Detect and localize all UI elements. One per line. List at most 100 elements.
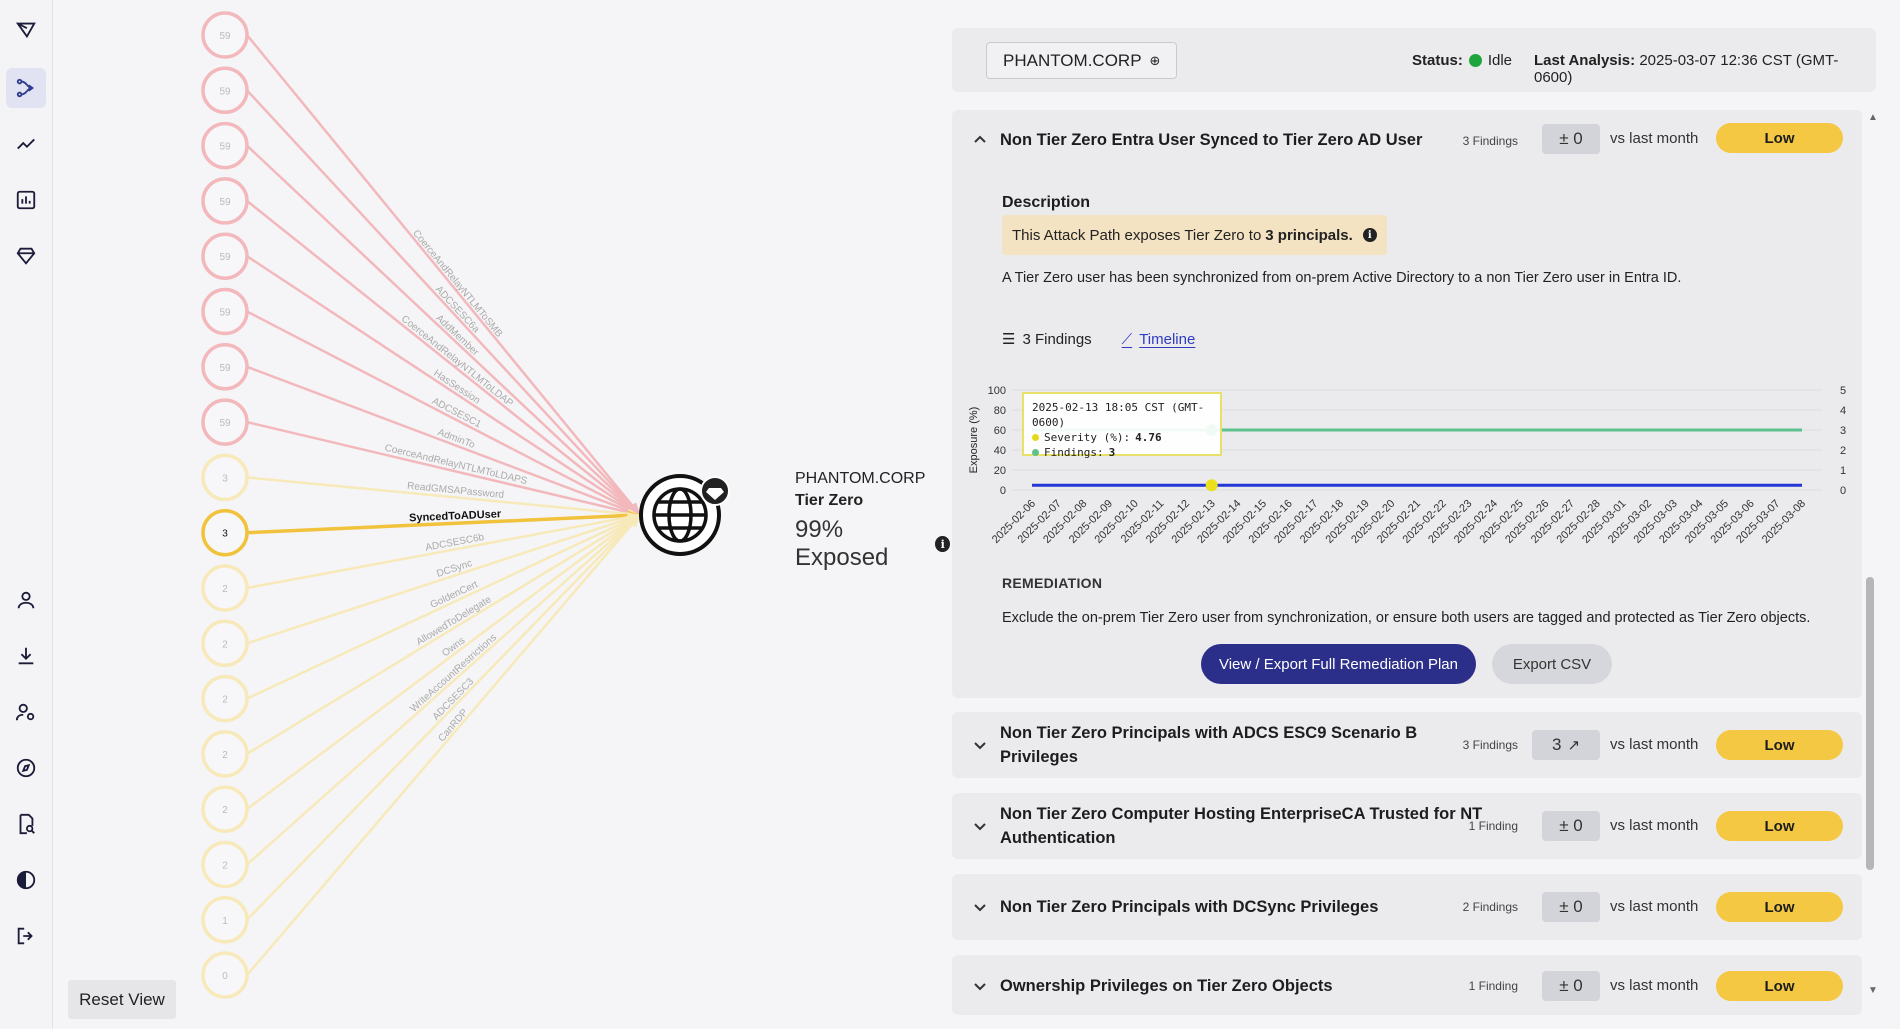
app-root: CoerceAndRelayNTLMToSMB ADCSESC6a AddMembe… (0, 0, 1900, 1029)
search-doc-icon[interactable] (6, 804, 46, 844)
source-node-count: 59 (219, 308, 231, 319)
delta-value: 3 (1551, 735, 1562, 754)
delta-badge: ± 0 (1542, 892, 1600, 922)
export-remediation-button[interactable]: View / Export Full Remediation Plan (1201, 644, 1476, 684)
finding-title-line2: Privileges (1000, 748, 1078, 766)
tooltip-severity-value: 4.76 (1135, 431, 1162, 444)
theme-toggle-icon[interactable] (6, 860, 46, 900)
globe-icon: ⊕ (1149, 52, 1161, 68)
reset-view-button[interactable]: Reset View (68, 980, 176, 1019)
target-label: PHANTOM.CORP Tier Zero 99% Exposed i (795, 470, 950, 572)
list-icon: ☰ (1002, 331, 1016, 348)
tab-timeline[interactable]: ⟋ Timeline (1122, 330, 1196, 348)
delta-badge: ± 0 (1542, 811, 1600, 841)
tooltip-findings-value: 3 (1108, 446, 1116, 459)
findings-count: 1 Finding (1468, 819, 1518, 833)
finding-title[interactable]: Non Tier Zero Computer Hosting Enterpris… (1000, 802, 1482, 850)
severity-badge: Low (1716, 123, 1843, 153)
note-count: 3 principals. (1265, 226, 1353, 244)
tooltip-findings-label: Findings: (1044, 446, 1104, 459)
scroll-down-arrow[interactable]: ▼ (1868, 985, 1878, 996)
download-icon[interactable] (6, 636, 46, 676)
tab-findings-label: 3 Findings (1022, 330, 1092, 348)
severity-dot-icon (1032, 434, 1039, 441)
scroll-up-arrow[interactable]: ▲ (1868, 112, 1878, 123)
chevron-down-icon[interactable] (972, 899, 988, 915)
status-dot-icon (1468, 54, 1482, 67)
scrollbar-thumb[interactable] (1866, 577, 1874, 870)
tier-zero-icon[interactable] (6, 236, 46, 276)
y-tick-label: 80 (994, 405, 1006, 417)
attack-paths-icon[interactable] (6, 68, 46, 108)
chart-tooltip: 2025-02-13 18:05 CST (GMT-0600) Severity… (1022, 392, 1222, 459)
source-node-count: 59 (219, 252, 231, 263)
severity-badge: Low (1716, 811, 1843, 841)
chevron-down-icon[interactable] (972, 978, 988, 994)
findings-count: 3 Findings (1462, 738, 1518, 752)
analysis-status: Status: Idle (1412, 52, 1512, 69)
finding-title-line1: Non Tier Zero Principals with ADCS ESC9 … (1000, 724, 1418, 742)
delta-badge: 3 ↗ (1532, 730, 1600, 760)
y2-tick-label: 1 (1840, 465, 1846, 477)
findings-panel: PHANTOM.CORP ⊕ Status: Idle Last Analysi… (950, 0, 1900, 1029)
admin-users-icon[interactable] (6, 692, 46, 732)
finding-card[interactable]: Non Tier Zero Principals with DCSync Pri… (952, 874, 1862, 940)
chevron-up-icon[interactable] (972, 132, 988, 148)
reports-icon[interactable] (6, 180, 46, 220)
explore-icon[interactable] (6, 748, 46, 788)
tab-timeline-label: Timeline (1139, 330, 1196, 348)
source-node-count: 2 (222, 861, 228, 872)
graph-edge[interactable] (246, 513, 641, 811)
finding-title[interactable]: Non Tier Zero Principals with ADCS ESC9 … (1000, 721, 1417, 769)
user-icon[interactable] (6, 580, 46, 620)
source-node-count: 59 (219, 142, 231, 153)
tooltip-severity-label: Severity (%): (1044, 431, 1131, 444)
source-node-count: 2 (222, 750, 228, 761)
source-node-count: 59 (219, 363, 231, 374)
severity-point[interactable] (1205, 479, 1218, 492)
description-heading: Description (1002, 194, 1091, 211)
y2-tick-label: 4 (1840, 405, 1846, 417)
findings-count: 3 Findings (1462, 134, 1518, 148)
finding-title[interactable]: Non Tier Zero Principals with DCSync Pri… (1000, 895, 1378, 919)
graph-edge[interactable] (246, 514, 641, 976)
info-icon[interactable]: i (935, 536, 950, 552)
finding-title-line2: Authentication (1000, 829, 1116, 847)
status-value: Idle (1487, 52, 1513, 69)
domain-name: PHANTOM.CORP (1003, 50, 1142, 70)
domain-bar: PHANTOM.CORP ⊕ Status: Idle Last Analysi… (952, 28, 1876, 92)
attack-path-graph[interactable]: CoerceAndRelayNTLMToSMB ADCSESC6a AddMembe… (53, 0, 950, 1029)
export-csv-button[interactable]: Export CSV (1492, 644, 1612, 684)
logout-icon[interactable] (6, 916, 46, 956)
edge-label: AdminTo (436, 427, 477, 451)
source-node-count: 2 (222, 805, 228, 816)
domain-selector[interactable]: PHANTOM.CORP ⊕ (986, 42, 1178, 79)
target-domain: PHANTOM.CORP (795, 470, 926, 487)
y-tick-label: 40 (994, 445, 1006, 457)
y2-tick-label: 3 (1840, 425, 1846, 437)
source-node-count: 3 (222, 473, 228, 484)
finding-card[interactable]: Ownership Privileges on Tier Zero Object… (952, 955, 1862, 1015)
source-node-count: 2 (222, 584, 228, 595)
chevron-down-icon[interactable] (972, 818, 988, 834)
source-node-count: 2 (222, 695, 228, 706)
logo-icon[interactable] (6, 10, 46, 50)
tab-findings[interactable]: ☰ 3 Findings (1002, 330, 1092, 349)
source-node-count: 59 (219, 418, 231, 429)
vs-last-month: vs last month (1610, 817, 1699, 834)
finding-title[interactable]: Ownership Privileges on Tier Zero Object… (1000, 974, 1333, 998)
y-tick-label: 20 (994, 465, 1006, 477)
timeline-chart[interactable]: 100806040200543210Exposure (%)Findings20… (962, 365, 1873, 565)
finding-title[interactable]: Non Tier Zero Entra User Synced to Tier … (1000, 128, 1422, 152)
chevron-down-icon[interactable] (972, 737, 988, 753)
source-node-count: 59 (219, 197, 231, 208)
graph-edge[interactable] (246, 476, 641, 517)
trends-icon[interactable] (6, 124, 46, 164)
finding-card[interactable]: Non Tier Zero Computer Hosting Enterpris… (952, 793, 1862, 859)
finding-card[interactable]: Non Tier Zero Principals with ADCS ESC9 … (952, 712, 1862, 778)
finding-tabs: ☰ 3 Findings ⟋ Timeline (1002, 330, 1196, 349)
y2-tick-label: 2 (1840, 445, 1846, 457)
info-icon[interactable]: i (1362, 228, 1377, 242)
source-node-count: 0 (222, 971, 228, 982)
findings-count: 1 Finding (1468, 979, 1518, 993)
